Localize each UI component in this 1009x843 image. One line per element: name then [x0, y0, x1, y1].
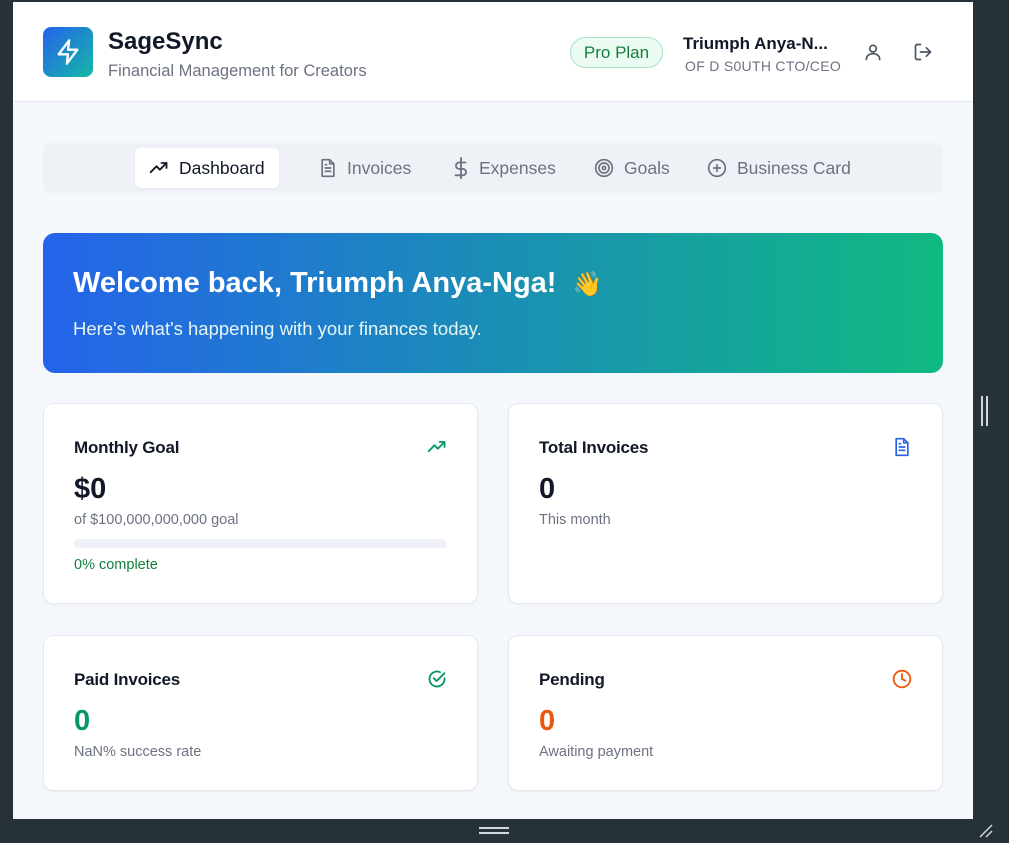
- waving-hand-icon: 👋: [572, 271, 603, 298]
- card-title: Pending: [539, 670, 605, 689]
- app-header: SageSync Financial Management for Creato…: [13, 2, 973, 102]
- pending-card: Pending 0 Awaiting payment: [508, 635, 943, 791]
- user-role: OF D S0UTH CTO/CEO: [685, 58, 842, 74]
- tab-label: Dashboard: [179, 157, 265, 178]
- user-icon: [865, 44, 881, 61]
- main-tabs: Dashboard Invoices Expenses Goals Busine…: [43, 143, 943, 193]
- tab-label: Goals: [624, 157, 670, 178]
- trending-up-icon: [427, 441, 446, 453]
- dollar-icon: [454, 157, 467, 179]
- logout-icon: [914, 43, 932, 61]
- vertical-resize-handle[interactable]: [981, 396, 989, 426]
- card-value: $0: [74, 473, 107, 505]
- card-note: of $100,000,000,000 goal: [74, 512, 239, 528]
- card-title: Paid Invoices: [74, 670, 181, 689]
- window-frame-left: [0, 0, 13, 843]
- card-note: This month: [539, 512, 611, 528]
- app-tagline: Financial Management for Creators: [108, 62, 367, 80]
- clock-icon: [892, 669, 912, 689]
- check-circle-icon: [428, 670, 446, 688]
- welcome-subtitle: Here's what's happening with your financ…: [73, 318, 482, 339]
- welcome-title: Welcome back, Triumph Anya-Nga! 👋: [73, 267, 602, 300]
- tab-dashboard[interactable]: Dashboard: [135, 148, 279, 188]
- trending-up-icon: [149, 162, 168, 174]
- side-panel-rail: [973, 0, 1009, 843]
- welcome-banner: Welcome back, Triumph Anya-Nga! 👋 Here's …: [43, 233, 943, 373]
- tab-expenses[interactable]: Expenses: [439, 148, 570, 188]
- tab-invoices[interactable]: Invoices: [305, 148, 425, 188]
- total-invoices-card: Total Invoices 0 This month: [508, 403, 943, 604]
- tab-business-card[interactable]: Business Card: [693, 148, 865, 188]
- plus-circle-icon: [707, 158, 727, 178]
- goal-progress-bar: [74, 539, 447, 548]
- app-viewport: SageSync Financial Management for Creato…: [13, 2, 973, 819]
- monthly-goal-card: Monthly Goal $0 of $100,000,000,000 goal…: [43, 403, 478, 604]
- lightning-icon: [57, 39, 79, 65]
- document-icon: [895, 437, 909, 457]
- tab-label: Invoices: [347, 157, 412, 178]
- card-value: 0: [539, 705, 556, 737]
- card-note: NaN% success rate: [74, 744, 202, 760]
- profile-button[interactable]: [861, 40, 885, 64]
- card-title: Monthly Goal: [74, 438, 180, 457]
- card-title: Total Invoices: [539, 438, 649, 457]
- target-icon: [594, 158, 614, 178]
- logout-button[interactable]: [911, 40, 935, 64]
- app-name: SageSync: [108, 28, 223, 55]
- resize-grip-icon[interactable]: [977, 822, 993, 838]
- card-note: Awaiting payment: [539, 744, 654, 760]
- document-icon: [321, 158, 335, 178]
- progress-label: 0% complete: [74, 557, 158, 573]
- tab-label: Expenses: [479, 157, 556, 178]
- welcome-heading: Welcome back, Triumph Anya-Nga!: [73, 267, 557, 299]
- plan-badge: Pro Plan: [570, 37, 663, 68]
- card-value: 0: [539, 473, 556, 505]
- paid-invoices-card: Paid Invoices 0 NaN% success rate: [43, 635, 478, 791]
- horizontal-resize-handle[interactable]: [479, 827, 509, 835]
- card-value: 0: [74, 705, 91, 737]
- tab-label: Business Card: [737, 157, 851, 178]
- tab-goals[interactable]: Goals: [580, 148, 684, 188]
- user-name: Triumph Anya-N...: [683, 34, 828, 53]
- logo: [43, 27, 93, 77]
